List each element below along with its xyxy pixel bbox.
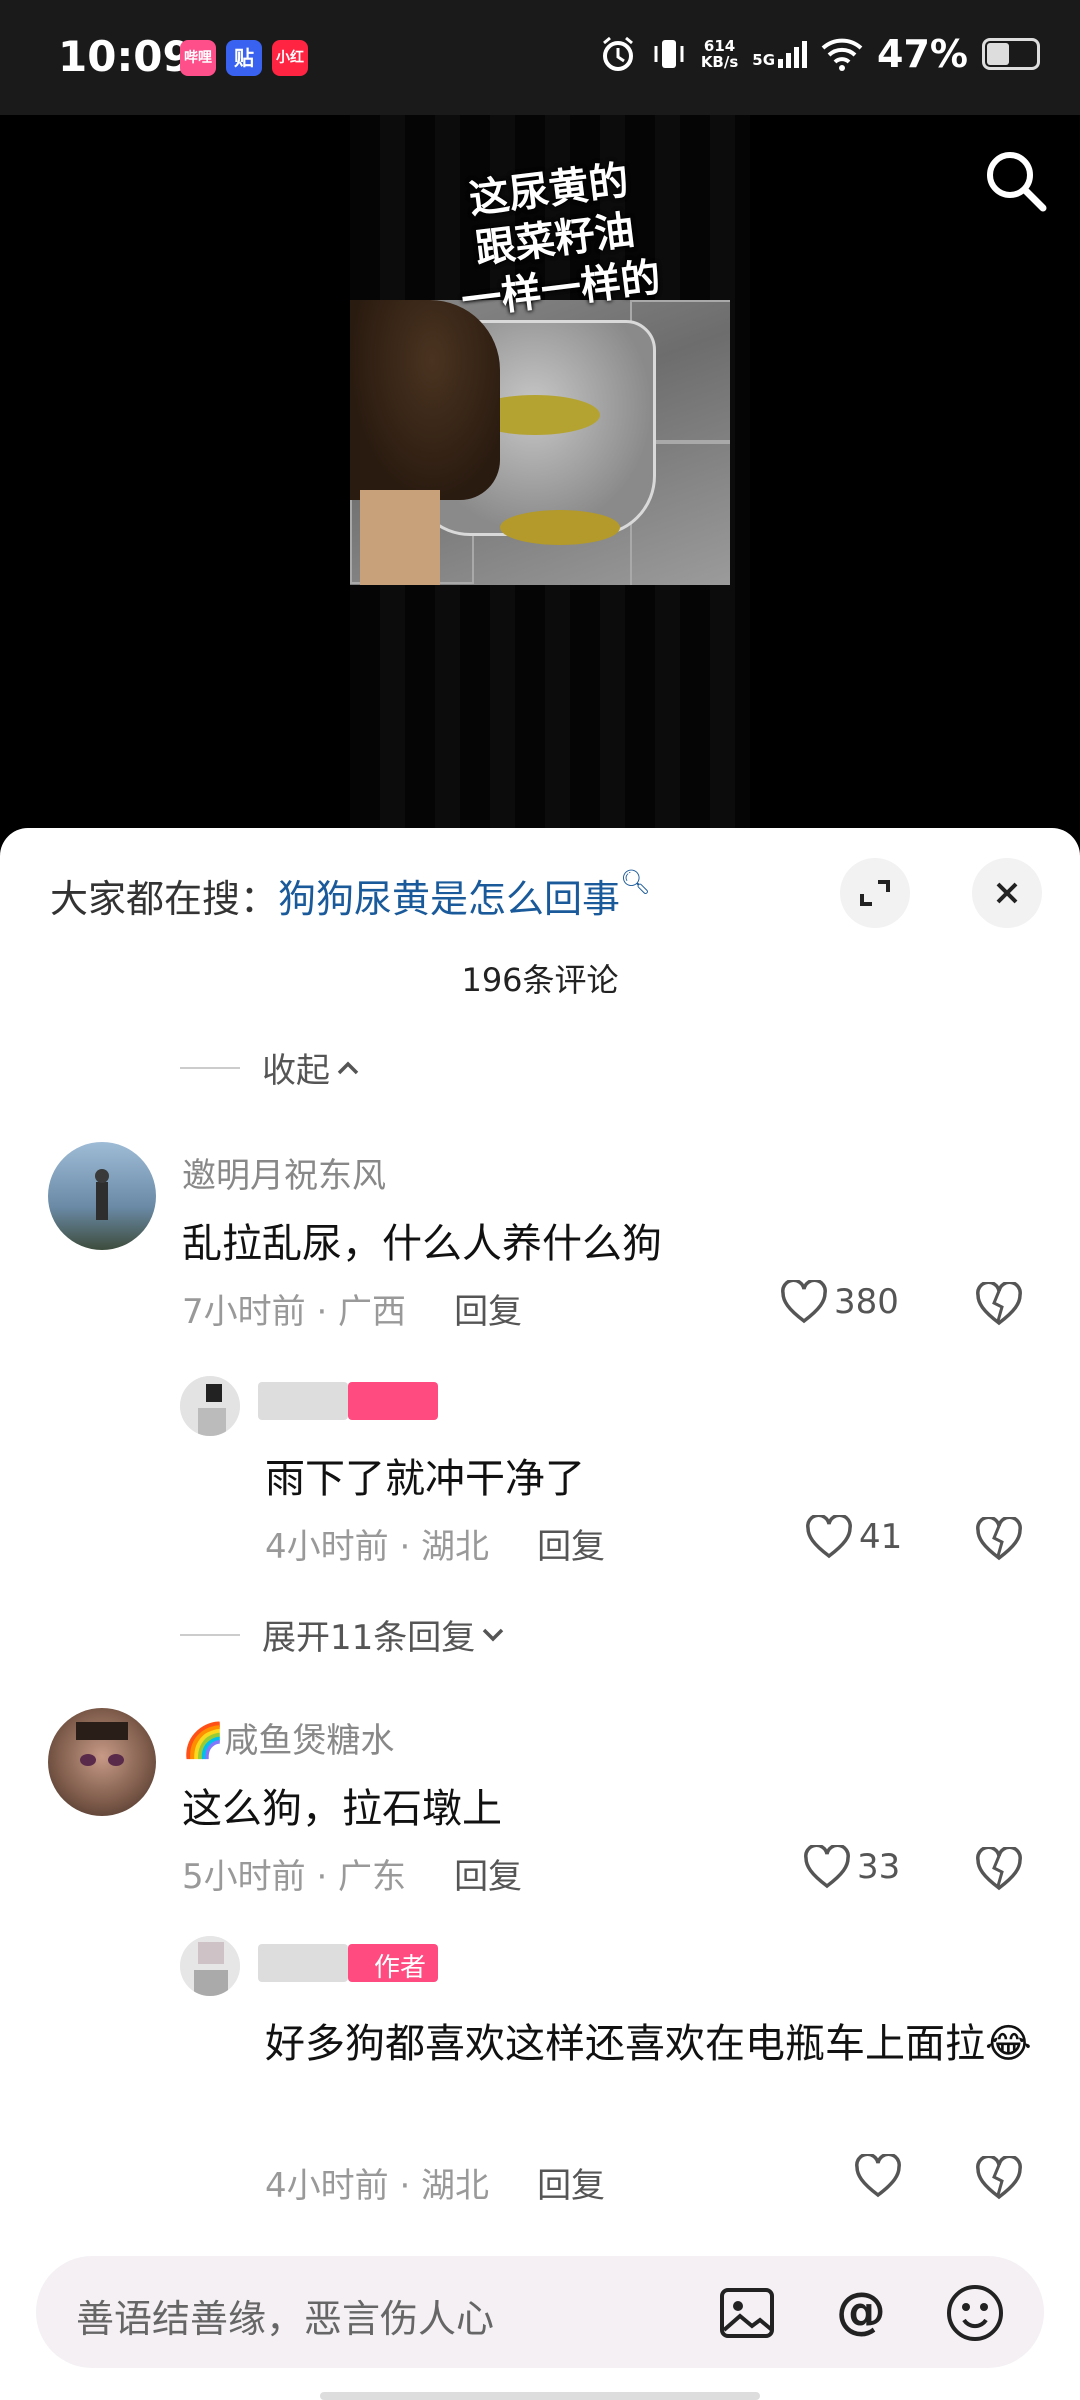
xiaohongshu-app-icon: 小红 xyxy=(272,40,308,76)
comment-count: 196条评论 xyxy=(461,961,619,999)
comment-meta: 5小时前 · 广东 回复 xyxy=(182,1849,522,1898)
avatar[interactable] xyxy=(48,1708,156,1816)
comment-meta: 4小时前 · 湖北 回复 xyxy=(265,2158,605,2207)
expand-replies[interactable]: 展开11条回复 xyxy=(180,1610,511,1659)
trending-search[interactable]: 大家都在搜：狗狗尿黄是怎么回事🔍︎ xyxy=(50,868,651,923)
trending-prefix: 大家都在搜： xyxy=(50,877,279,921)
video-frame xyxy=(350,300,730,585)
reply-button[interactable]: 回复 xyxy=(454,1857,522,1897)
comment-input-placeholder[interactable]: 善语结善缘，恶言伤人心 xyxy=(76,2288,494,2343)
like-count: 33 xyxy=(857,1847,901,1887)
dislike-icon[interactable] xyxy=(976,1282,1022,1326)
avatar[interactable] xyxy=(48,1142,156,1250)
reply-button[interactable]: 回复 xyxy=(537,1527,605,1567)
tieba-app-icon: 贴 xyxy=(226,40,262,76)
reply-button[interactable]: 回复 xyxy=(454,1292,522,1332)
svg-text:@: @ xyxy=(836,2282,886,2340)
avatar[interactable] xyxy=(180,1936,240,1996)
net-speed: 614 KB/s xyxy=(700,37,739,71)
expand-button[interactable] xyxy=(840,858,910,928)
emoji-icon[interactable] xyxy=(940,2278,1010,2348)
author-badge xyxy=(348,1382,438,1420)
blurred-username xyxy=(258,1382,348,1420)
battery-percent: 47% xyxy=(877,32,968,76)
like-button[interactable]: 33 xyxy=(803,1845,900,1889)
expand-replies-label: 展开11条回复 xyxy=(262,1618,476,1658)
comment-username[interactable]: 邀明月祝东风 xyxy=(182,1148,386,1197)
image-icon[interactable] xyxy=(712,2278,782,2348)
comment-time: 4小时前 · 湖北 xyxy=(265,2166,490,2206)
heart-icon xyxy=(804,1845,850,1889)
blurred-username xyxy=(258,1944,348,1982)
like-count: 41 xyxy=(859,1517,903,1557)
reply-button[interactable]: 回复 xyxy=(537,2166,605,2206)
dislike-icon[interactable] xyxy=(976,2156,1022,2200)
collapse-replies[interactable]: 收起 xyxy=(180,1043,366,1092)
status-time: 10:09 xyxy=(58,32,192,81)
vibrate-icon xyxy=(654,40,684,68)
notification-icons: 哔哩 贴 小红 xyxy=(180,40,308,76)
comment-input-bar[interactable]: 善语结善缘，恶言伤人心 @ xyxy=(36,2256,1044,2368)
heart-icon xyxy=(855,2154,901,2198)
expand-icon xyxy=(860,880,890,906)
comment-username[interactable]: 🌈咸鱼煲糖水 xyxy=(182,1713,394,1762)
heart-icon xyxy=(781,1280,827,1324)
bilibili-app-icon: 哔哩 xyxy=(180,40,216,76)
trending-query[interactable]: 狗狗尿黄是怎么回事 xyxy=(278,877,620,921)
close-icon xyxy=(996,882,1018,904)
comment-meta: 7小时前 · 广西 回复 xyxy=(182,1284,522,1333)
mention-icon[interactable]: @ xyxy=(826,2278,896,2348)
like-count: 380 xyxy=(834,1282,899,1322)
search-icon[interactable] xyxy=(980,145,1050,215)
author-badge: 作者 xyxy=(348,1944,438,1983)
like-button[interactable] xyxy=(854,2154,908,2198)
battery-icon xyxy=(982,38,1040,70)
wifi-icon xyxy=(821,38,863,71)
collapse-label: 收起 xyxy=(262,1051,330,1091)
status-bar: 10:09 哔哩 贴 小红 614 KB/s 5G 47% xyxy=(0,0,1080,115)
small-search-icon: 🔍︎ xyxy=(620,868,651,896)
comment-text[interactable]: 这么狗，拉石墩上 xyxy=(182,1776,502,1834)
avatar[interactable] xyxy=(180,1376,240,1436)
system-icons: 614 KB/s 5G 47% xyxy=(599,32,1040,76)
comment-text[interactable]: 好多狗都喜欢这样还喜欢在电瓶车上面拉😂 xyxy=(265,2008,1045,2080)
chevron-up-icon xyxy=(337,1061,359,1074)
home-indicator xyxy=(320,2392,760,2400)
author-badge-label: 作者 xyxy=(374,1953,427,1983)
chevron-down-icon xyxy=(483,1628,504,1641)
like-button[interactable]: 380 xyxy=(780,1280,899,1324)
comment-text[interactable]: 雨下了就冲干净了 xyxy=(265,1446,585,1504)
dislike-icon[interactable] xyxy=(976,1517,1022,1561)
dislike-icon[interactable] xyxy=(976,1847,1022,1891)
heart-icon xyxy=(806,1515,852,1559)
comment-time: 4小时前 · 湖北 xyxy=(265,1527,490,1567)
comment-meta: 4小时前 · 湖北 回复 xyxy=(265,1519,605,1568)
close-button[interactable] xyxy=(972,858,1042,928)
comment-text[interactable]: 乱拉乱尿，什么人养什么狗 xyxy=(182,1211,662,1269)
video-player[interactable]: 这尿黄的 跟菜籽油 一样一样的 xyxy=(0,115,1080,830)
cell-signal-icon: 5G xyxy=(752,39,808,69)
comment-time: 7小时前 · 广西 xyxy=(182,1292,407,1332)
comment-time: 5小时前 · 广东 xyxy=(182,1857,407,1897)
comments-sheet: 大家都在搜：狗狗尿黄是怎么回事🔍︎ 196条评论 收起 邀明月祝东风 乱拉乱尿，… xyxy=(0,828,1080,2400)
alarm-icon xyxy=(602,36,633,71)
like-button[interactable]: 41 xyxy=(805,1515,902,1559)
